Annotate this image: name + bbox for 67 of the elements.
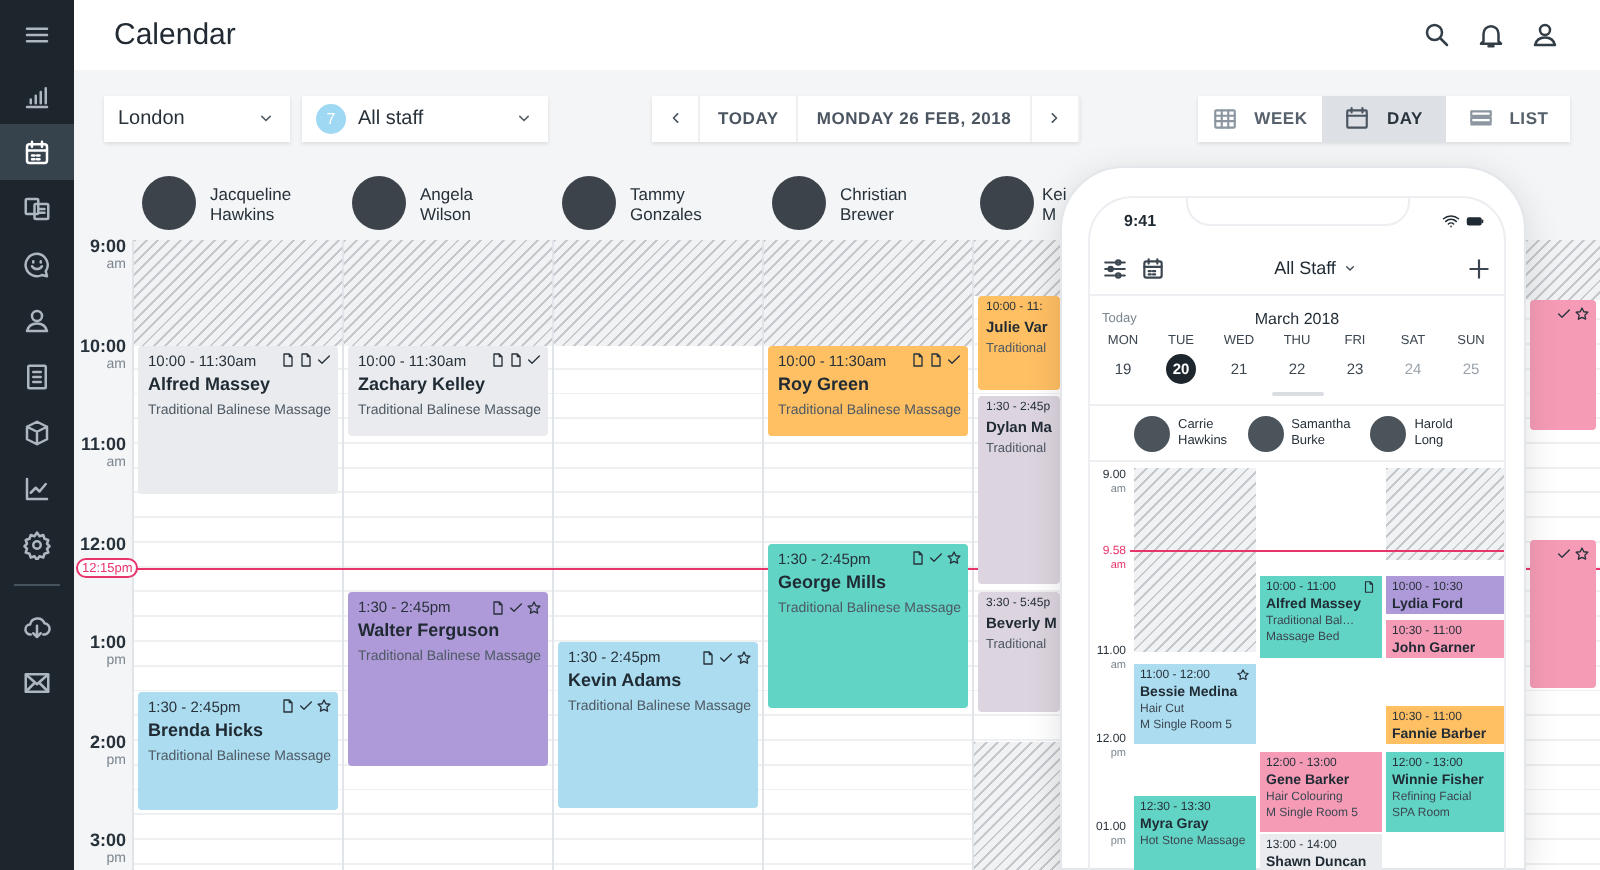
staff-dropdown[interactable]: All Staff bbox=[1274, 258, 1358, 278]
chevron-down-icon bbox=[1341, 260, 1358, 276]
calendar-icon[interactable] bbox=[1140, 255, 1166, 281]
hour-label: 9:00 bbox=[89, 238, 126, 256]
hour-label: 10:00 bbox=[79, 337, 126, 355]
client-name: Roy Green bbox=[778, 373, 872, 393]
list-icon bbox=[1467, 105, 1494, 131]
avatar bbox=[562, 176, 616, 230]
client-name: Zachary Kelley bbox=[358, 373, 488, 393]
client-name: Brenda Hicks bbox=[148, 719, 266, 740]
staff-name: Tammy Gonzales bbox=[630, 183, 702, 223]
avatar bbox=[1370, 415, 1407, 451]
dropdown-value: All staff bbox=[358, 107, 424, 129]
settings-icon bbox=[22, 529, 52, 559]
view-tab[interactable]: DAY bbox=[1322, 95, 1446, 141]
hour-label: 2:00 bbox=[89, 733, 126, 751]
cloud-download-icon bbox=[22, 611, 52, 641]
bell-icon[interactable] bbox=[1476, 20, 1506, 50]
staff-name: Angela Wilson bbox=[420, 183, 473, 223]
page-title: Calendar bbox=[114, 18, 236, 52]
staff-count-badge: 7 bbox=[316, 103, 346, 133]
date-picker-button[interactable]: MONDAY 26 FEB, 2018 bbox=[798, 95, 1032, 141]
filter-sliders-icon[interactable] bbox=[1102, 255, 1128, 281]
documents-icon bbox=[22, 193, 52, 223]
staff-dropdown[interactable]: 7 All staff bbox=[302, 95, 548, 141]
user-icon[interactable] bbox=[1530, 20, 1560, 50]
checklist-icon bbox=[22, 361, 52, 391]
hour-label: 1:00 bbox=[89, 634, 126, 652]
client-name: Alfred Massey bbox=[148, 373, 273, 393]
hour-label: 11:00 bbox=[80, 436, 126, 454]
user-icon bbox=[22, 305, 52, 335]
avatar bbox=[980, 176, 1034, 230]
bar-chart-icon bbox=[22, 81, 52, 111]
calendar-icon bbox=[22, 137, 52, 167]
week-grid-icon bbox=[1212, 105, 1239, 131]
location-dropdown[interactable]: London bbox=[104, 95, 290, 141]
drag-handle[interactable] bbox=[1271, 392, 1323, 396]
view-tab[interactable]: LIST bbox=[1446, 95, 1570, 141]
avatar bbox=[1134, 415, 1170, 451]
battery-icon bbox=[1466, 211, 1484, 229]
search-icon[interactable] bbox=[1422, 20, 1452, 50]
hour-label: 3:00 bbox=[89, 832, 126, 850]
view-tab[interactable]: WEEK bbox=[1198, 95, 1322, 141]
unavailable-hatching bbox=[1526, 240, 1600, 301]
staff-name: Jacqueline Hawkins bbox=[210, 183, 292, 223]
smiley-chat-icon bbox=[22, 249, 52, 279]
avatar bbox=[1247, 415, 1284, 451]
client-name: Walter Ferguson bbox=[358, 620, 502, 641]
staff-name: Kei M bbox=[1042, 183, 1067, 223]
avatar bbox=[142, 176, 196, 230]
avatar bbox=[772, 176, 826, 230]
client-name: Kevin Adams bbox=[568, 670, 684, 690]
client-name: George Mills bbox=[778, 571, 889, 591]
today-button[interactable]: TODAY bbox=[700, 95, 799, 141]
line-chart-icon bbox=[22, 473, 52, 503]
month-title: March 2018 bbox=[1254, 309, 1340, 327]
status-time: 9:41 bbox=[1124, 211, 1157, 229]
avatar bbox=[352, 176, 406, 230]
box-icon bbox=[22, 417, 52, 447]
calendar-icon bbox=[1344, 105, 1371, 131]
unavailable-hatching bbox=[1386, 468, 1504, 560]
hour-label: 12:00 bbox=[79, 535, 126, 553]
wifi-icon bbox=[1442, 211, 1460, 229]
mail-icon bbox=[22, 667, 52, 697]
add-icon[interactable] bbox=[1465, 255, 1492, 281]
sidebar-item[interactable] bbox=[0, 124, 74, 180]
staff-name: Christian Brewer bbox=[840, 183, 908, 223]
